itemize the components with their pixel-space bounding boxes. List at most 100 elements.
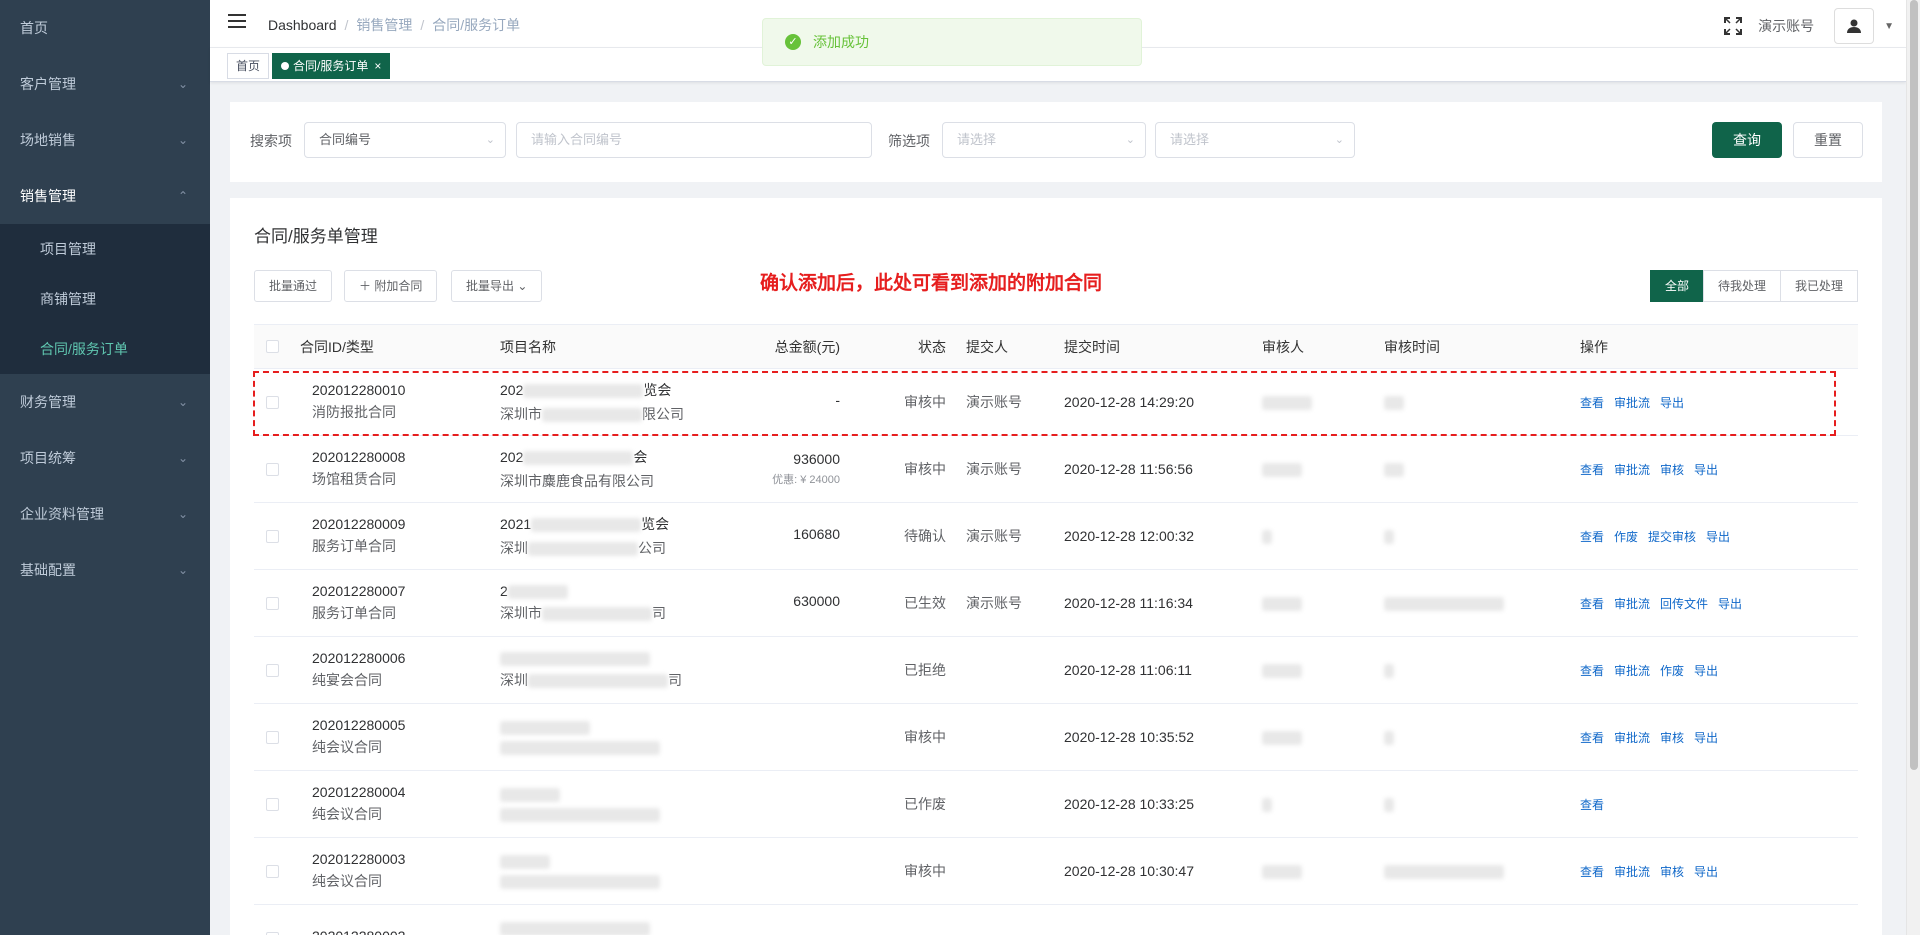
status-text: 审核中 bbox=[840, 368, 966, 436]
tab-pending[interactable]: 待我处理 bbox=[1702, 270, 1781, 302]
tab-all[interactable]: 全部 bbox=[1649, 270, 1704, 302]
action-link[interactable]: 查看 bbox=[1580, 865, 1604, 879]
row-checkbox[interactable] bbox=[266, 663, 279, 677]
amount: 160680 bbox=[793, 526, 840, 542]
contract-id: 202012280005 bbox=[312, 717, 406, 733]
sidebar-subitem-shops[interactable]: 商铺管理 bbox=[0, 274, 210, 324]
search-field-select[interactable]: 合同编号 ⌄ bbox=[304, 122, 506, 158]
tab-done[interactable]: 我已处理 bbox=[1779, 270, 1858, 302]
sidebar-item-customer[interactable]: 客户管理 ⌄ bbox=[0, 56, 210, 112]
action-link[interactable]: 导出 bbox=[1694, 463, 1718, 477]
tag-contracts[interactable]: 合同/服务订单 × bbox=[272, 53, 391, 79]
col-review-time: 审核时间 bbox=[1384, 324, 1580, 369]
action-link[interactable]: 作废 bbox=[1614, 530, 1638, 544]
action-link[interactable]: 导出 bbox=[1718, 597, 1742, 611]
sidebar-item-company-data[interactable]: 企业资料管理 ⌄ bbox=[0, 486, 210, 542]
action-link[interactable]: 审批流 bbox=[1614, 396, 1650, 410]
sidebar-subitem-projects[interactable]: 项目管理 bbox=[0, 224, 210, 274]
action-link[interactable]: 查看 bbox=[1580, 664, 1604, 678]
action-link[interactable]: 导出 bbox=[1660, 396, 1684, 410]
reset-button[interactable]: 重置 bbox=[1793, 122, 1863, 158]
add-contract-button[interactable]: ＋ 附加合同 bbox=[344, 270, 438, 302]
account-name[interactable]: 演示账号 bbox=[1758, 16, 1814, 36]
tag-home[interactable]: 首页 bbox=[227, 53, 270, 79]
action-link[interactable]: 导出 bbox=[1694, 865, 1718, 879]
status-text: 已生效 bbox=[840, 569, 966, 637]
sidebar-subitem-contracts[interactable]: 合同/服务订单 bbox=[0, 324, 210, 374]
action-link[interactable]: 查看 bbox=[1580, 396, 1604, 410]
action-link[interactable]: 审批流 bbox=[1614, 597, 1650, 611]
reviewer bbox=[1262, 731, 1302, 746]
row-checkbox[interactable] bbox=[266, 730, 279, 744]
company-name bbox=[500, 739, 700, 756]
action-link[interactable]: 查看 bbox=[1580, 731, 1604, 745]
sidebar-item-finance[interactable]: 财务管理 ⌄ bbox=[0, 374, 210, 430]
contract-number-input[interactable]: 请输入合同编号 bbox=[516, 122, 872, 158]
action-link[interactable]: 查看 bbox=[1580, 597, 1604, 611]
col-amount: 总金额(元) bbox=[700, 324, 840, 369]
row-checkbox[interactable] bbox=[266, 529, 279, 543]
submit-time: 2020-12-28 10:33:25 bbox=[1064, 770, 1262, 838]
sidebar-item-config[interactable]: 基础配置 ⌄ bbox=[0, 542, 210, 598]
filter-select-2[interactable]: 请选择 ⌄ bbox=[1155, 122, 1355, 158]
row-checkbox[interactable] bbox=[266, 462, 279, 476]
caret-down-icon[interactable]: ▼ bbox=[1884, 21, 1894, 32]
action-link[interactable]: 作废 bbox=[1660, 664, 1684, 678]
sidebar-item-venue-sales[interactable]: 场地销售 ⌄ bbox=[0, 112, 210, 168]
company-name-start: 深圳 bbox=[500, 540, 528, 556]
row-checkbox[interactable] bbox=[266, 864, 279, 878]
action-link[interactable]: 审核 bbox=[1660, 865, 1684, 879]
contract-id: 202012280004 bbox=[312, 784, 406, 800]
action-link[interactable]: 提交审核 bbox=[1648, 530, 1696, 544]
chevron-down-icon: ⌄ bbox=[177, 133, 188, 147]
submitter bbox=[966, 703, 1064, 771]
review-time bbox=[1384, 731, 1394, 746]
row-actions bbox=[1580, 904, 1858, 935]
hamburger-icon[interactable] bbox=[228, 14, 246, 30]
company-name-end: 限公司 bbox=[642, 406, 684, 422]
scrollbar[interactable] bbox=[1906, 0, 1920, 935]
action-link[interactable]: 查看 bbox=[1580, 798, 1604, 812]
breadcrumb-dashboard[interactable]: Dashboard bbox=[268, 17, 337, 33]
query-button[interactable]: 查询 bbox=[1712, 122, 1782, 158]
batch-approve-button[interactable]: 批量通过 bbox=[254, 270, 333, 302]
row-checkbox[interactable] bbox=[266, 931, 279, 935]
sidebar-item-label: 项目统筹 bbox=[20, 450, 76, 466]
scrollbar-thumb[interactable] bbox=[1910, 0, 1918, 770]
action-link[interactable]: 查看 bbox=[1580, 463, 1604, 477]
avatar[interactable] bbox=[1834, 8, 1875, 44]
sidebar-item-coordination[interactable]: 项目统筹 ⌄ bbox=[0, 430, 210, 486]
action-link[interactable]: 审批流 bbox=[1614, 664, 1650, 678]
chevron-down-icon: ⌄ bbox=[177, 451, 188, 465]
row-checkbox[interactable] bbox=[266, 395, 279, 409]
row-checkbox[interactable] bbox=[266, 797, 279, 811]
action-link[interactable]: 查看 bbox=[1580, 530, 1604, 544]
fullscreen-icon[interactable] bbox=[1724, 17, 1743, 35]
status-text: 审核中 bbox=[840, 703, 966, 771]
breadcrumb: Dashboard / 销售管理 / 合同/服务订单 bbox=[268, 17, 521, 33]
row-actions: 查看 审批流 作废 导出 bbox=[1580, 636, 1858, 704]
action-link[interactable]: 导出 bbox=[1694, 731, 1718, 745]
filter-select-1[interactable]: 请选择 ⌄ bbox=[942, 122, 1146, 158]
action-link[interactable]: 回传文件 bbox=[1660, 597, 1708, 611]
batch-export-button[interactable]: 批量导出 ⌄ bbox=[451, 270, 543, 302]
submitter bbox=[966, 837, 1064, 905]
action-link[interactable]: 审核 bbox=[1660, 731, 1684, 745]
action-link[interactable]: 导出 bbox=[1706, 530, 1730, 544]
company-name-end: 公司 bbox=[638, 540, 666, 556]
action-link[interactable]: 审批流 bbox=[1614, 463, 1650, 477]
contract-id: 202012280009 bbox=[312, 516, 406, 532]
action-link[interactable]: 审批流 bbox=[1614, 865, 1650, 879]
project-name bbox=[500, 719, 700, 735]
select-all-checkbox[interactable] bbox=[266, 340, 279, 353]
sidebar-item-home[interactable]: 首页 bbox=[0, 0, 210, 56]
action-link[interactable]: 审核 bbox=[1660, 463, 1684, 477]
action-link[interactable]: 审批流 bbox=[1614, 731, 1650, 745]
row-checkbox[interactable] bbox=[266, 596, 279, 610]
sidebar-item-sales[interactable]: 销售管理 ⌃ bbox=[0, 168, 210, 224]
submitter bbox=[966, 770, 1064, 838]
close-icon[interactable]: × bbox=[374, 59, 381, 73]
breadcrumb-current: 合同/服务订单 bbox=[432, 17, 521, 33]
action-link[interactable]: 导出 bbox=[1694, 664, 1718, 678]
button-label: 附加合同 bbox=[374, 279, 423, 293]
